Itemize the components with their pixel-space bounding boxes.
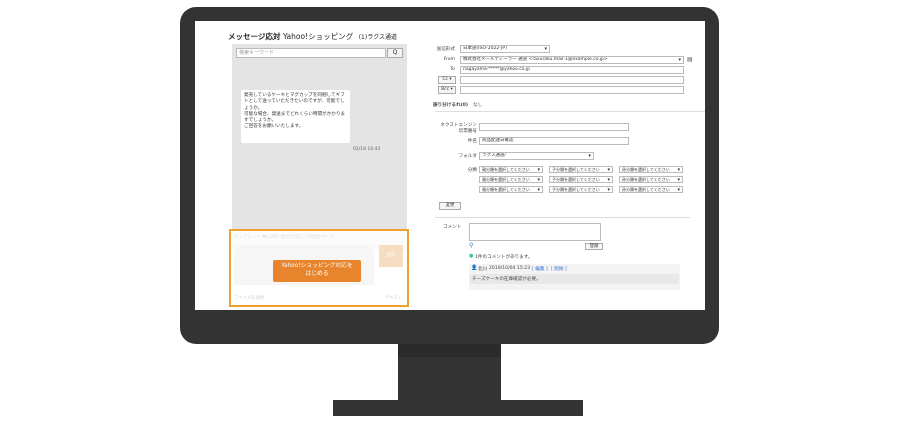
category-child-select-3[interactable]: 子分類を選択してください <box>549 186 613 193</box>
order-number-label: ネクストエンジン 伝票番号 <box>440 123 477 134</box>
from-label: From <box>443 57 455 62</box>
from-select[interactable]: 株式会社メールディーラー 通道 <raxuraku.mail-1@example… <box>460 56 684 64</box>
cc-field[interactable] <box>460 76 684 84</box>
assign-label: 振り分けるれ(0) <box>433 103 468 108</box>
bcc-toggle[interactable]: Bcc ▾ <box>438 86 456 94</box>
customer-message-bubble: 発売しているケーキとマグカップを同梱してギフトとして送っていただきたいのですが、… <box>241 90 350 143</box>
send-button-faded: 送信 <box>379 245 403 267</box>
chat-history-panel: 検索キーワード Q 発売しているケーキとマグカップを同梱してギフトとして送ってい… <box>232 44 407 252</box>
start-response-overlay: テンプレート ▼(1)問い合わせ窓口 (1)回答ページ 送信 Yahoo!ショッ… <box>229 229 409 307</box>
order-number-field[interactable] <box>479 123 629 131</box>
attach-bar-faded: ファイルを添付 テキスト <box>234 295 404 301</box>
divider <box>435 217 690 218</box>
category-parent-select-1[interactable]: 親分類を選択してください <box>479 166 543 173</box>
search-icon: Q <box>392 49 398 56</box>
paperclip-icon[interactable]: ⚲ <box>469 242 473 249</box>
comment-delete-link[interactable]: [ 削除 ] <box>551 266 567 272</box>
folder-select[interactable]: ラクス通道/ <box>479 152 594 160</box>
page-title: メッセージ応対 Yahoo!ショッピング (1)ラクス通道 <box>228 31 397 42</box>
category-child-select-1[interactable]: 子分類を選択してください <box>549 166 613 173</box>
text-mode-label: テキスト <box>384 296 402 301</box>
bcc-field[interactable] <box>460 86 684 94</box>
comment-edit-link[interactable]: [ 編集 ] <box>532 266 548 272</box>
title-shop: (1)ラクス通道 <box>358 34 398 41</box>
monitor-stand-neck <box>398 357 501 400</box>
comment-date: 2019/10/04 15:23 <box>489 266 531 271</box>
user-icon: 👤 <box>471 265 478 271</box>
comment-entry: 👤 北川 2019/10/04 15:23 [ 編集 ] [ 削除 ] チーズケ… <box>469 264 680 290</box>
category-label: 分類 <box>467 168 477 173</box>
comment-author: 北川 <box>478 267 488 272</box>
comment-textarea[interactable] <box>469 223 601 241</box>
cc-toggle[interactable]: Cc ▾ <box>438 76 456 84</box>
subject-field[interactable]: 商品配送日確認 <box>479 137 629 145</box>
category-grandchild-select-2[interactable]: 孫分類を選択してください <box>619 176 683 183</box>
subject-label: 件名 <box>467 139 477 144</box>
message-timestamp: 02/18 16:43 <box>353 147 381 152</box>
category-grandchild-select-1[interactable]: 孫分類を選択してください <box>619 166 683 173</box>
to-field[interactable]: nagayama-*****@yahoo.co.jp <box>460 66 684 74</box>
comment-text: チーズケーキの在庫確認が必要。 <box>472 277 541 282</box>
title-channel: Yahoo!ショッピング <box>282 32 354 41</box>
category-child-select-2[interactable]: 子分類を選択してください <box>549 176 613 183</box>
attach-label: ファイルを添付 <box>234 296 265 301</box>
assign-value: なし <box>473 103 483 108</box>
screen: メッセージ応対 Yahoo!ショッピング (1)ラクス通道 検索キーワード Q … <box>195 21 705 310</box>
mail-form-panel: 送信形式 日本語(ISO-2022-JP) From 株式会社メールディーラー … <box>433 21 705 310</box>
template-bar-faded: テンプレート ▼(1)問い合わせ窓口 (1)回答ページ <box>234 235 334 240</box>
monitor-neck-shadow <box>398 344 501 358</box>
category-parent-select-3[interactable]: 親分類を選択してください <box>479 186 543 193</box>
comment-text-box: チーズケーキの在庫確認が必要。 <box>470 274 679 284</box>
start-yahoo-response-button[interactable]: Yahoo!ショッピング対応を はじめる <box>273 260 361 282</box>
to-label: To <box>450 67 455 72</box>
comment-count: 1件のコメントがあります。 <box>475 255 533 260</box>
address-book-icon[interactable]: ▤ <box>687 56 693 63</box>
search-button[interactable]: Q <box>387 48 403 58</box>
divider <box>435 111 705 112</box>
title-main: メッセージ応対 <box>228 32 281 41</box>
sender-format-label: 送信形式 <box>436 47 455 52</box>
folder-label: フォルダ <box>458 154 477 159</box>
category-parent-select-2[interactable]: 親分類を選択してください <box>479 176 543 183</box>
comment-label: コメント <box>443 225 462 230</box>
category-grandchild-select-3[interactable]: 孫分類を選択してください <box>619 186 683 193</box>
search-input[interactable]: 検索キーワード <box>236 48 386 58</box>
change-button[interactable]: 変更 <box>439 202 461 210</box>
register-button[interactable]: 登録 <box>585 243 603 250</box>
monitor-stand-base <box>333 400 583 416</box>
sender-format-select[interactable]: 日本語(ISO-2022-JP) <box>460 45 550 53</box>
comment-count-icon: ● <box>469 253 474 259</box>
